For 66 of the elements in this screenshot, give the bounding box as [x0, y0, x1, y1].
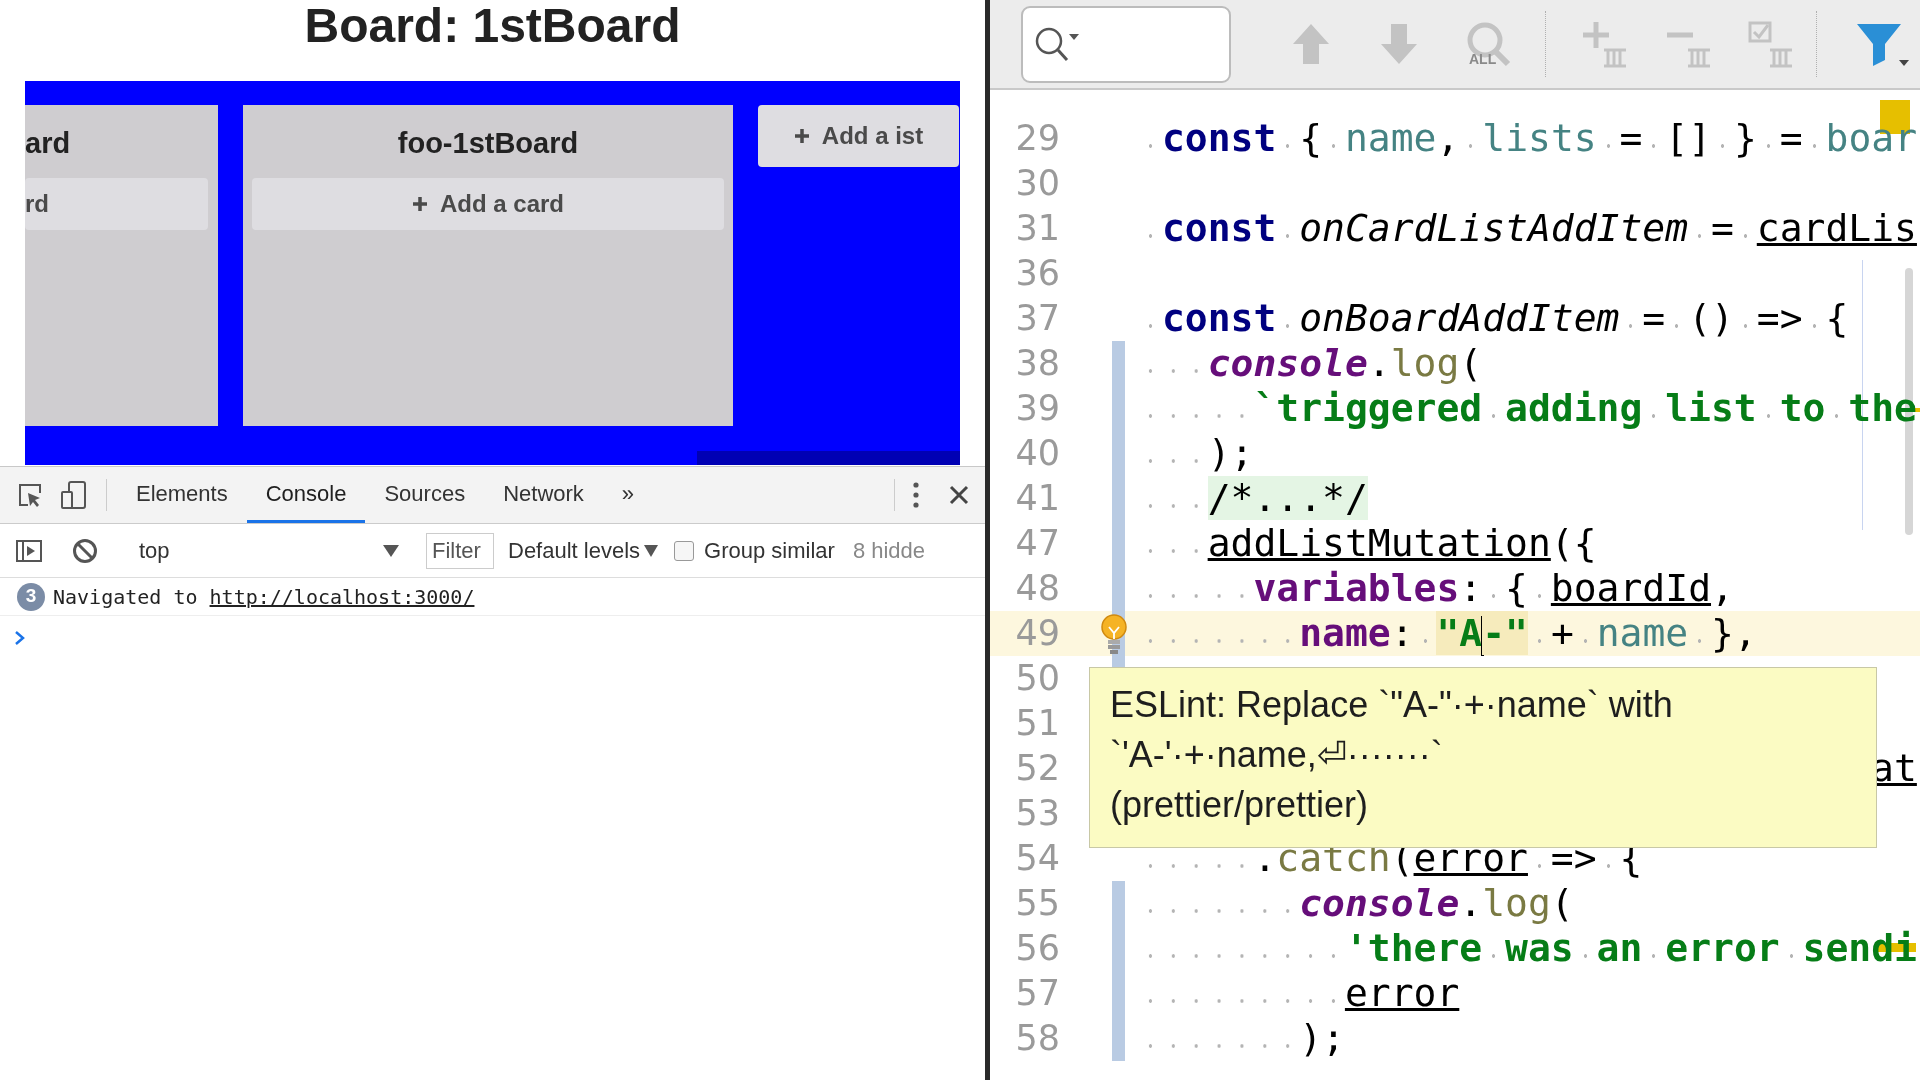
- code-line: 'there was an error sendi: [1139, 926, 1917, 971]
- add-card-button[interactable]: rd: [25, 178, 208, 230]
- line-number: 40: [1014, 432, 1060, 475]
- devtools-tab[interactable]: Elements: [117, 467, 247, 523]
- code-line: const { name, lists = [] } = boar: [1139, 116, 1918, 161]
- line-number: 29: [1014, 117, 1060, 160]
- prompt-icon: [14, 630, 26, 646]
- code-line: console.log(: [1139, 341, 1483, 386]
- checkbox-label[interactable]: Group similar: [704, 534, 835, 567]
- list-title: foo-1stBoard: [396, 126, 580, 160]
- line-number: 58: [1014, 1017, 1060, 1060]
- board-title: Board: 1stBoard: [304, 0, 681, 52]
- line-number: 48: [1014, 567, 1060, 610]
- line-number: 54: [1014, 837, 1060, 880]
- line-number: 36: [1014, 252, 1060, 295]
- line-number: 39: [1014, 387, 1060, 430]
- check-column-icon[interactable]: [1748, 20, 1794, 68]
- code-line: `triggered adding list to the: [1139, 386, 1917, 431]
- list-title: ard: [25, 126, 72, 160]
- tooltip: ESLint: Replace `"A-"·+·name` with `'A-'·+·name,⏎·······` (prettier/prettier): [1089, 667, 1877, 848]
- code-line: const onCardListAddItem = cardLis: [1139, 206, 1917, 251]
- line-number: 41: [1014, 477, 1060, 520]
- count-badge: 3: [17, 582, 45, 611]
- change-marker: [1112, 341, 1125, 386]
- code-line: name: "A-" + name },: [1139, 611, 1757, 656]
- filter-field[interactable]: Filter: [426, 532, 494, 569]
- url-link[interactable]: http://localhost:3000/: [209, 584, 475, 609]
- console-message: Navigated to http://localhost:3000/: [53, 583, 475, 611]
- line-number: 50: [1014, 657, 1060, 700]
- line-number: 30: [1014, 162, 1060, 205]
- line-number: 52: [1014, 747, 1060, 790]
- search-field[interactable]: [1021, 5, 1231, 83]
- plus-icon: [412, 196, 428, 212]
- code-line: const onBoardAddItem = () => {: [1139, 296, 1849, 341]
- add-column-icon[interactable]: [1582, 20, 1628, 68]
- devtools-tab[interactable]: Network: [484, 467, 603, 523]
- dropdown-arrow-icon: [644, 544, 659, 557]
- warning-marker: [1876, 943, 1916, 952]
- line-number: 47: [1014, 522, 1060, 565]
- line-number: 57: [1014, 972, 1060, 1015]
- line-number: 51: [1014, 702, 1060, 745]
- hidden-count: 8 hidde: [852, 537, 926, 565]
- add-list-button[interactable]: Add a ist: [758, 105, 959, 167]
- line-number: 38: [1014, 342, 1060, 385]
- line-number: 56: [1014, 927, 1060, 970]
- checkbox[interactable]: [674, 540, 695, 561]
- devtools-tab[interactable]: Console: [246, 467, 366, 523]
- plus-icon: [793, 128, 810, 144]
- line-number: 49: [1014, 612, 1060, 655]
- devtools-tab[interactable]: Sources: [365, 467, 485, 523]
- more-tabs-button[interactable]: »: [602, 467, 654, 523]
- code-line: variables: { boardId,: [1139, 566, 1734, 611]
- context-select[interactable]: top: [127, 534, 405, 567]
- change-marker: [1112, 1016, 1125, 1061]
- dropdown-arrow-icon: [383, 544, 399, 557]
- levels-dropdown[interactable]: Default levels: [508, 534, 659, 567]
- lightbulb-icon[interactable]: [1098, 613, 1130, 657]
- line-number: 53: [1014, 792, 1060, 835]
- line-number: 37: [1014, 297, 1060, 340]
- code-line: console.log(: [1139, 881, 1574, 926]
- line-number: 55: [1014, 882, 1060, 925]
- code-line: addListMutation({: [1139, 521, 1597, 566]
- scrollbar[interactable]: [697, 451, 960, 465]
- line-number: 31: [1014, 207, 1060, 250]
- change-marker: [1112, 881, 1125, 926]
- add-card-button[interactable]: Add a card: [252, 178, 724, 230]
